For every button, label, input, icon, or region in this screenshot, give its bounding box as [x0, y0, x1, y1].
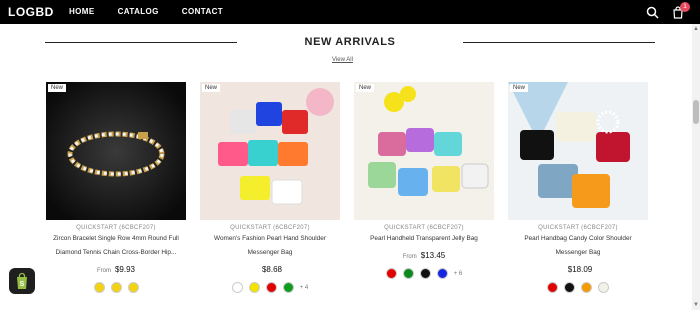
color-swatch[interactable]	[265, 282, 277, 293]
nav-home-link[interactable]: HOME	[69, 7, 95, 16]
title-divider-right	[463, 42, 655, 43]
color-swatch[interactable]	[282, 282, 294, 293]
color-swatch[interactable]	[385, 268, 397, 279]
main-nav: HOME CATALOG CONTACT	[69, 7, 246, 16]
top-navigation-bar: LOGBD HOME CATALOG CONTACT 1	[0, 0, 700, 24]
product-title-line[interactable]: Pearl Handheld Transparent Jelly Bag	[358, 232, 490, 246]
product-card[interactable]: New QUICKSTART (6CBCF207) Pearl Handbag …	[508, 82, 648, 293]
section-header: NEW ARRIVALS	[45, 36, 655, 50]
product-image[interactable]: New	[46, 82, 186, 220]
page-scrollbar[interactable]	[692, 24, 700, 310]
product-image[interactable]: New	[200, 82, 340, 220]
product-price-row: From $9.93	[46, 265, 186, 274]
color-swatches: + 4	[200, 282, 340, 293]
product-vendor: QUICKSTART (6CBCF207)	[76, 225, 156, 231]
new-badge: New	[356, 84, 375, 92]
store-logo[interactable]: LOGBD	[8, 5, 54, 19]
product-price: $18.09	[567, 265, 593, 274]
product-title[interactable]: Women's Fashion Pearl Hand Shoulder Mess…	[200, 232, 340, 260]
product-card[interactable]: New QUICKSTART (6CBCF207) Women's Fashio…	[200, 82, 340, 293]
color-swatch[interactable]	[402, 268, 414, 279]
product-price-row: From $13.45	[354, 251, 494, 260]
search-icon[interactable]	[644, 4, 660, 20]
color-swatch[interactable]	[93, 282, 105, 293]
price-from-label: From	[96, 268, 111, 274]
nav-catalog-link[interactable]: CATALOG	[118, 7, 159, 16]
product-price-row: $8.68	[200, 265, 340, 274]
product-vendor: QUICKSTART (6CBCF207)	[538, 225, 618, 231]
product-title[interactable]: Pearl Handheld Transparent Jelly Bag	[354, 232, 494, 246]
new-badge: New	[202, 84, 221, 92]
product-title-line[interactable]: Diamond Tennis Chain Cross-Border Hip...	[50, 246, 182, 260]
color-swatch[interactable]	[436, 268, 448, 279]
color-swatch[interactable]	[110, 282, 122, 293]
product-title[interactable]: Pearl Handbag Candy Color Shoulder Messe…	[508, 232, 648, 260]
color-swatch[interactable]	[231, 282, 243, 293]
product-price: $13.45	[420, 251, 446, 260]
product-title-line[interactable]: Messenger Bag	[204, 246, 336, 260]
scrollbar-thumb[interactable]	[693, 100, 699, 124]
product-title-line[interactable]: Messenger Bag	[512, 246, 644, 260]
color-swatch[interactable]	[564, 282, 575, 293]
color-swatch[interactable]	[248, 282, 260, 293]
color-swatches	[46, 282, 186, 293]
product-image[interactable]: New	[354, 82, 494, 220]
color-swatch[interactable]	[598, 282, 609, 293]
color-swatch[interactable]	[419, 268, 431, 279]
product-price: $9.93	[114, 265, 136, 274]
color-swatches	[508, 282, 648, 293]
header-icons: 1	[644, 2, 690, 20]
shopify-bag-icon[interactable]: S	[9, 268, 35, 294]
color-swatch[interactable]	[547, 282, 558, 293]
new-badge: New	[510, 84, 529, 92]
product-card[interactable]: New QUICKSTART (6CBCF207) Pearl Handheld…	[354, 82, 494, 279]
nav-contact-link[interactable]: CONTACT	[182, 7, 223, 16]
product-title-line[interactable]: Pearl Handbag Candy Color Shoulder	[512, 232, 644, 246]
color-swatches: + 6	[354, 268, 494, 279]
product-vendor: QUICKSTART (6CBCF207)	[384, 225, 464, 231]
more-colors-count[interactable]: + 6	[454, 271, 463, 277]
product-price: $8.68	[261, 265, 283, 274]
product-image[interactable]: New	[508, 82, 648, 220]
product-title-line[interactable]: Zircon Bracelet Single Row 4mm Round Ful…	[50, 232, 182, 246]
color-swatch[interactable]	[581, 282, 592, 293]
product-price-row: $18.09	[508, 265, 648, 274]
new-badge: New	[48, 84, 67, 92]
svg-text:S: S	[20, 281, 25, 288]
product-vendor: QUICKSTART (6CBCF207)	[230, 225, 310, 231]
scroll-down-icon[interactable]: ▼	[693, 302, 699, 308]
scroll-up-icon[interactable]: ▲	[693, 26, 699, 32]
color-swatch[interactable]	[127, 282, 139, 293]
view-all-link[interactable]: View All	[332, 57, 353, 63]
cart-icon[interactable]: 1	[670, 2, 690, 20]
price-from-label: From	[402, 254, 417, 260]
cart-count-badge: 1	[680, 2, 690, 12]
product-card[interactable]: New QUICKSTART (6CBCF207) Zircon Bracele…	[46, 82, 186, 293]
more-colors-count[interactable]: + 4	[300, 285, 309, 291]
product-title-line[interactable]: Women's Fashion Pearl Hand Shoulder	[204, 232, 336, 246]
product-title[interactable]: Zircon Bracelet Single Row 4mm Round Ful…	[46, 232, 186, 260]
